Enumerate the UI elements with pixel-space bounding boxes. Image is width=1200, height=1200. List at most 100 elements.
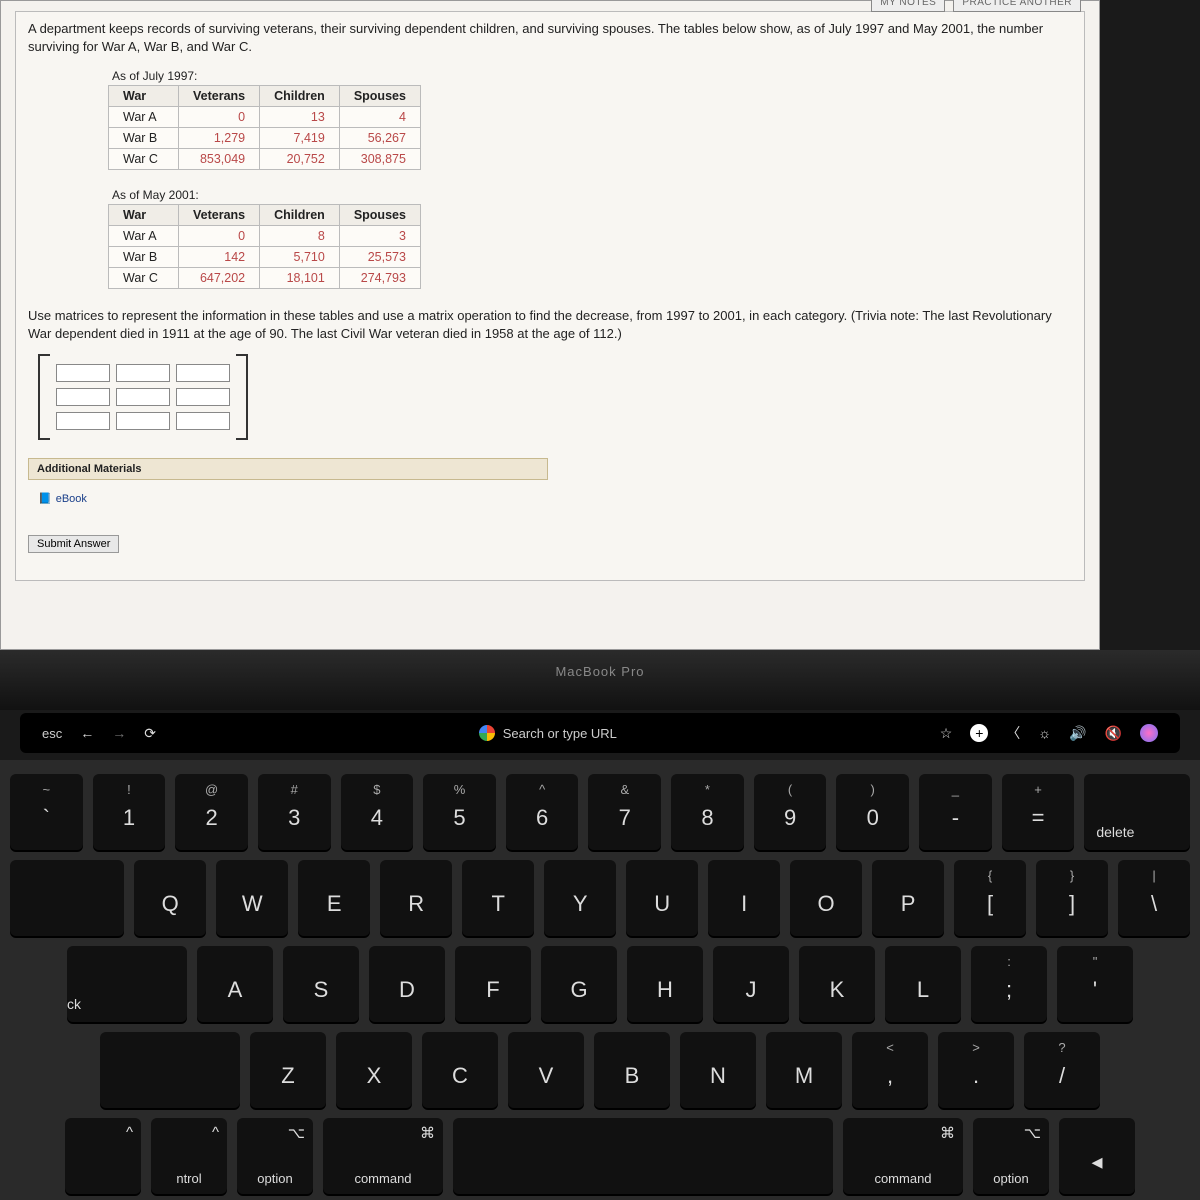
- touchbar-search[interactable]: Search or type URL: [174, 725, 922, 741]
- matrix-input[interactable]: [116, 388, 170, 406]
- key-option-left[interactable]: ⌥option: [237, 1118, 313, 1194]
- matrix-input[interactable]: [56, 388, 110, 406]
- key-6[interactable]: ^6: [506, 774, 579, 850]
- matrix-input[interactable]: [116, 364, 170, 382]
- search-placeholder: Search or type URL: [503, 726, 617, 741]
- key-Q[interactable]: Q: [134, 860, 206, 936]
- th: Children: [260, 205, 340, 226]
- ebook-link[interactable]: 📘 eBook: [38, 492, 87, 505]
- key-bracket[interactable]: }]: [1036, 860, 1108, 936]
- key-R[interactable]: R: [380, 860, 452, 936]
- key-I[interactable]: I: [708, 860, 780, 936]
- cell: 8: [260, 226, 340, 247]
- key-5[interactable]: %5: [423, 774, 496, 850]
- chevron-left-icon[interactable]: 〈: [1006, 723, 1020, 743]
- key-3[interactable]: #3: [258, 774, 331, 850]
- cell: 0: [179, 226, 260, 247]
- cell: War C: [109, 268, 179, 289]
- question-intro: A department keeps records of surviving …: [28, 20, 1072, 55]
- touchbar-esc[interactable]: esc: [42, 726, 62, 741]
- my-notes-button[interactable]: MY NOTES: [871, 0, 945, 12]
- key-T[interactable]: T: [462, 860, 534, 936]
- key-A[interactable]: A: [197, 946, 273, 1022]
- siri-icon[interactable]: [1140, 724, 1158, 742]
- matrix-input[interactable]: [56, 412, 110, 430]
- key-punct[interactable]: ?/: [1024, 1032, 1100, 1108]
- key-4[interactable]: $4: [341, 774, 414, 850]
- forward-icon[interactable]: →: [112, 725, 126, 741]
- key-option-right[interactable]: ⌥option: [973, 1118, 1049, 1194]
- cell: 308,875: [339, 149, 420, 170]
- key-O[interactable]: O: [790, 860, 862, 936]
- key-K[interactable]: K: [799, 946, 875, 1022]
- key-P[interactable]: P: [872, 860, 944, 936]
- key-command-left[interactable]: ⌘command: [323, 1118, 443, 1194]
- key-punct[interactable]: "': [1057, 946, 1133, 1022]
- refresh-icon[interactable]: ⟳: [144, 725, 156, 742]
- key-fn[interactable]: ^: [65, 1118, 141, 1194]
- key--[interactable]: _-: [919, 774, 992, 850]
- th: Children: [260, 86, 340, 107]
- star-icon[interactable]: ☆: [940, 725, 953, 742]
- key-E[interactable]: E: [298, 860, 370, 936]
- key-J[interactable]: J: [713, 946, 789, 1022]
- matrix-input[interactable]: [176, 388, 230, 406]
- key-N[interactable]: N: [680, 1032, 756, 1108]
- key-space[interactable]: [453, 1118, 833, 1194]
- new-tab-icon[interactable]: +: [970, 724, 988, 742]
- key-`[interactable]: ~`: [10, 774, 83, 850]
- key-S[interactable]: S: [283, 946, 359, 1022]
- key-D[interactable]: D: [369, 946, 445, 1022]
- key-C[interactable]: C: [422, 1032, 498, 1108]
- back-icon[interactable]: ←: [80, 725, 94, 741]
- cell: 18,101: [260, 268, 340, 289]
- key-9[interactable]: (9: [754, 774, 827, 850]
- key-G[interactable]: G: [541, 946, 617, 1022]
- question-panel: A department keeps records of surviving …: [15, 11, 1085, 581]
- key-bracket[interactable]: |\: [1118, 860, 1190, 936]
- key-X[interactable]: X: [336, 1032, 412, 1108]
- key-1[interactable]: !1: [93, 774, 166, 850]
- key-Y[interactable]: Y: [544, 860, 616, 936]
- key-punct[interactable]: :;: [971, 946, 1047, 1022]
- volume-icon[interactable]: 🔊: [1069, 725, 1086, 742]
- key-Z[interactable]: Z: [250, 1032, 326, 1108]
- practice-another-button[interactable]: PRACTICE ANOTHER: [953, 0, 1081, 12]
- matrix-input[interactable]: [56, 364, 110, 382]
- key-capslock[interactable]: ck: [67, 946, 187, 1022]
- bracket-left: [38, 354, 50, 440]
- key-tab[interactable]: [10, 860, 124, 936]
- brightness-icon[interactable]: ☼: [1038, 725, 1051, 741]
- key-M[interactable]: M: [766, 1032, 842, 1108]
- key-V[interactable]: V: [508, 1032, 584, 1108]
- key-control[interactable]: ^ntrol: [151, 1118, 227, 1194]
- key-B[interactable]: B: [594, 1032, 670, 1108]
- key-shift[interactable]: [100, 1032, 240, 1108]
- key-punct[interactable]: <,: [852, 1032, 928, 1108]
- key-8[interactable]: *8: [671, 774, 744, 850]
- key-7[interactable]: &7: [588, 774, 661, 850]
- cell: 25,573: [339, 247, 420, 268]
- key-2[interactable]: @2: [175, 774, 248, 850]
- key-0[interactable]: )0: [836, 774, 909, 850]
- key-W[interactable]: W: [216, 860, 288, 936]
- key-delete[interactable]: delete: [1084, 774, 1190, 850]
- table-2001: As of May 2001: War Veterans Children Sp…: [108, 188, 1072, 289]
- matrix-input[interactable]: [116, 412, 170, 430]
- key-punct[interactable]: >.: [938, 1032, 1014, 1108]
- key-U[interactable]: U: [626, 860, 698, 936]
- key-H[interactable]: H: [627, 946, 703, 1022]
- key-=[interactable]: +=: [1002, 774, 1075, 850]
- key-L[interactable]: L: [885, 946, 961, 1022]
- submit-answer-button[interactable]: Submit Answer: [28, 535, 119, 553]
- key-F[interactable]: F: [455, 946, 531, 1022]
- key-bracket[interactable]: {[: [954, 860, 1026, 936]
- mute-icon[interactable]: 🔇: [1105, 725, 1122, 742]
- cell: 13: [260, 107, 340, 128]
- key-command-right[interactable]: ⌘command: [843, 1118, 963, 1194]
- key-arrow-left[interactable]: ◂: [1059, 1118, 1135, 1194]
- matrix-input[interactable]: [176, 364, 230, 382]
- matrix-input[interactable]: [176, 412, 230, 430]
- table-row: War A 0 8 3: [109, 226, 421, 247]
- question-instruction: Use matrices to represent the informatio…: [28, 307, 1072, 342]
